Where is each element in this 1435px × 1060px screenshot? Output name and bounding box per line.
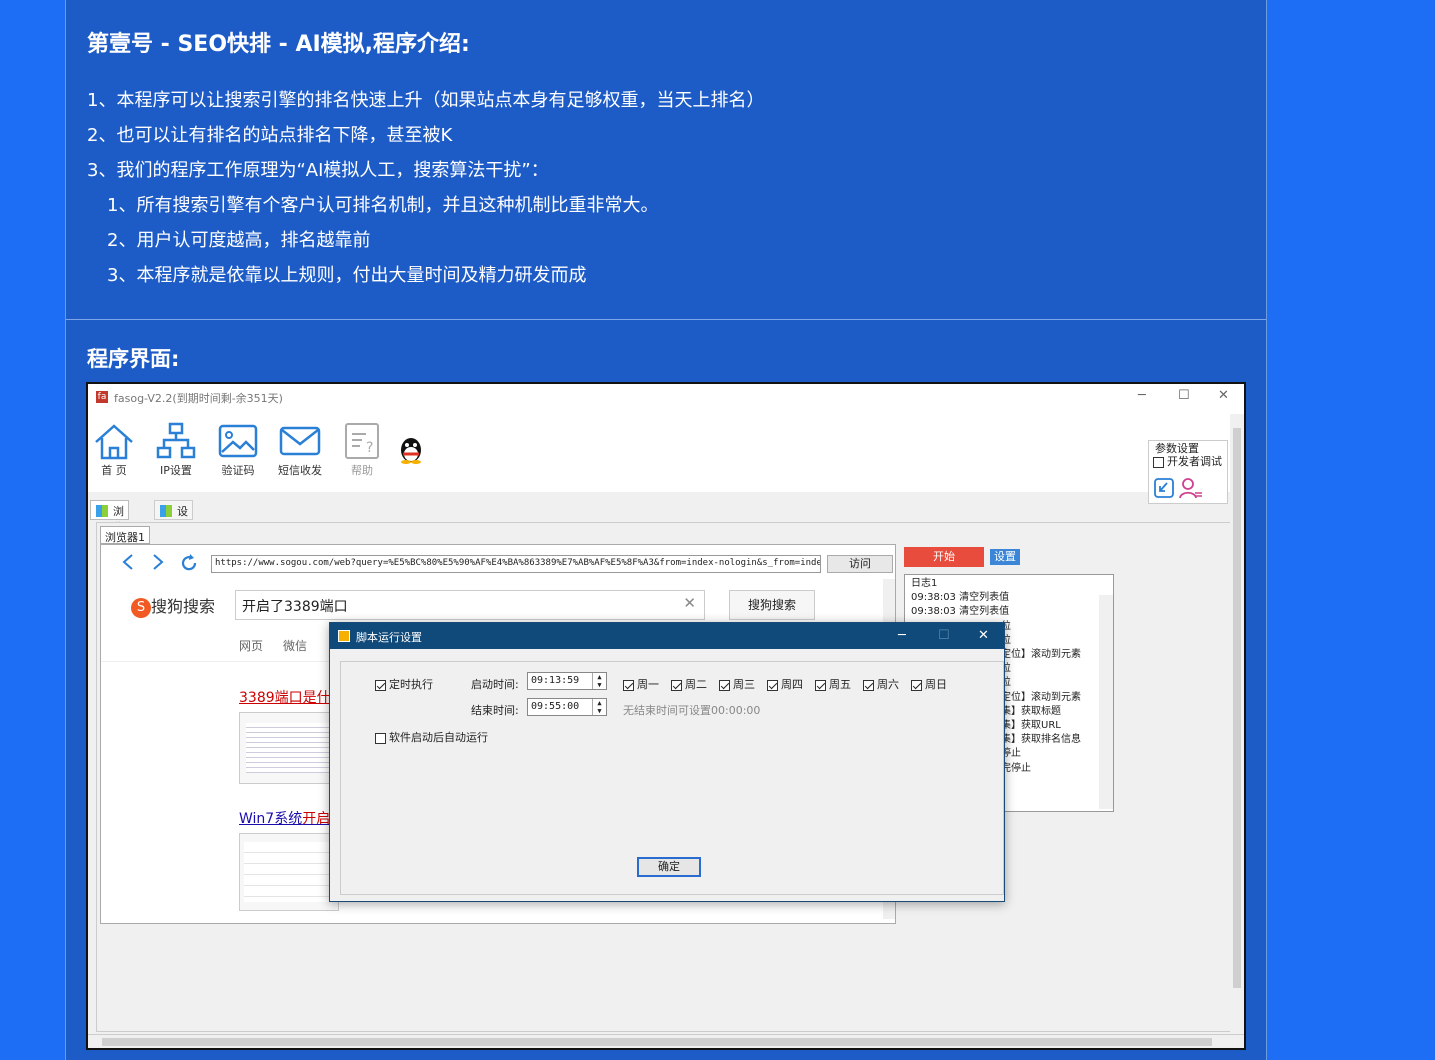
result-link-1[interactable]: 3389端口是什	[239, 687, 331, 707]
log-title: 日志1	[911, 578, 938, 589]
help-icon: ?	[345, 423, 379, 459]
network-icon	[156, 422, 196, 459]
maximize-button[interactable]: ☐	[1178, 388, 1190, 403]
image-icon	[218, 424, 258, 458]
close-button[interactable]: ✕	[1218, 388, 1229, 403]
start-button[interactable]: 开始	[904, 547, 984, 567]
app-title: fasog-V2.2(到期时间剩-余351天)	[114, 392, 283, 405]
app-titlebar: fa fasog-V2.2(到期时间剩-余351天) ─ ☐ ✕	[88, 384, 1244, 410]
sogou-logo-icon: S	[131, 597, 151, 618]
day-thu-checkbox[interactable]: 周四	[767, 676, 803, 692]
result-thumbnail-1	[239, 712, 339, 784]
autorun-checkbox[interactable]: 软件启动后自动运行	[375, 729, 488, 745]
tab-web[interactable]: 网页	[239, 639, 263, 653]
dialog-body: 定时执行 启动时间: 09:13:59 ▲ ▼ 结束时间: 09:55:00 ▲ ▼ 无…	[340, 661, 1004, 895]
app-toolbar: 首 页 IP设置 验证码 短信收发 ? 帮助 参数设置 开发者调试	[88, 410, 1244, 504]
app-logo-icon: fa	[96, 391, 108, 403]
mail-icon	[279, 426, 321, 456]
dialog-maximize-button: ☐	[938, 628, 950, 643]
day-wed-checkbox[interactable]: 周三	[719, 676, 755, 692]
back-icon[interactable]	[121, 553, 135, 571]
timed-exec-checkbox[interactable]: 定时执行	[375, 676, 433, 692]
intro-line-2: 2、也可以让有排名的站点排名下降，甚至被K	[87, 125, 453, 146]
qq-icon[interactable]	[398, 434, 424, 467]
end-time-label: 结束时间:	[471, 704, 519, 717]
help-label: 帮助	[351, 464, 373, 477]
section-title: 程序界面:	[87, 347, 180, 371]
intro-line-3: 3、我们的程序工作原理为“AI模拟人工，搜索算法干扰”：	[87, 160, 549, 181]
dialog-titlebar: 脚本运行设置 ─ ☐ ✕	[330, 623, 1004, 649]
start-time-input[interactable]: 09:13:59 ▲ ▼	[527, 672, 607, 690]
log-row: 09:38:03 清空列表值	[911, 592, 1010, 604]
visit-button[interactable]: 访问	[827, 555, 893, 573]
search-input[interactable]: 开启了3389端口 ✕	[235, 590, 705, 620]
svg-text:?: ?	[366, 440, 373, 456]
log-row: 09:38:03 清空列表值	[911, 606, 1010, 618]
ip-settings-label: IP设置	[160, 464, 192, 477]
result-link-2[interactable]: Win7系统开启	[239, 808, 330, 828]
day-sat-checkbox[interactable]: 周六	[863, 676, 899, 692]
minimize-button[interactable]: ─	[1138, 388, 1146, 403]
window-hscrollbar[interactable]	[88, 1034, 1244, 1048]
home-button[interactable]: 首 页	[88, 422, 142, 478]
script-settings-dialog: 脚本运行设置 ─ ☐ ✕ 定时执行 启动时间: 09:13:59 ▲ ▼ 结束时间:…	[329, 622, 1005, 902]
intro-subline-1: 1、所有搜索引擎有个客户认可排名机制，并且这种机制比重非常大。	[107, 195, 659, 216]
intro-heading: 第壹号 - SEO快排 - AI模拟,程序介绍:	[87, 32, 470, 57]
user-icon[interactable]	[1179, 477, 1203, 502]
start-time-label: 启动时间:	[471, 678, 519, 691]
spinner-arrows-icon[interactable]: ▲ ▼	[592, 699, 606, 715]
sogou-logo: S 搜狗搜索	[131, 593, 215, 618]
day-fri-checkbox[interactable]: 周五	[815, 676, 851, 692]
end-time-input[interactable]: 09:55:00 ▲ ▼	[527, 698, 607, 716]
dialog-close-button[interactable]: ✕	[978, 628, 989, 643]
settings-button[interactable]: 设置	[990, 549, 1020, 565]
ok-button[interactable]: 确定	[637, 857, 701, 877]
grid-icon	[96, 505, 108, 517]
dev-debug-checkbox[interactable]: 开发者调试	[1153, 453, 1222, 469]
sms-button[interactable]: 短信收发	[272, 422, 328, 478]
forward-icon[interactable]	[151, 553, 165, 571]
dialog-app-icon	[338, 630, 350, 642]
sms-label: 短信收发	[278, 464, 322, 477]
search-button[interactable]: 搜狗搜索	[729, 590, 815, 620]
login-icon[interactable]	[1153, 477, 1175, 502]
clear-icon[interactable]: ✕	[683, 594, 696, 612]
log-scrollbar[interactable]	[1099, 595, 1113, 809]
url-input[interactable]: https://www.sogou.com/web?query=%E5%BC%8…	[211, 555, 821, 573]
dev-debug-label: 开发者调试	[1167, 455, 1222, 468]
captcha-button[interactable]: 验证码	[210, 422, 266, 478]
dialog-minimize-button[interactable]: ─	[898, 628, 906, 643]
app-window: fa fasog-V2.2(到期时间剩-余351天) ─ ☐ ✕ 首 页 IP设…	[86, 382, 1246, 1050]
end-time-hint: 无结束时间可设置00:00:00	[623, 704, 761, 717]
tab-wechat[interactable]: 微信	[283, 639, 307, 653]
browser-nav: https://www.sogou.com/web?query=%E5%BC%8…	[101, 545, 895, 575]
home-label: 首 页	[101, 464, 127, 477]
params-panel: 参数设置 开发者调试	[1148, 440, 1228, 504]
day-tue-checkbox[interactable]: 周二	[671, 676, 707, 692]
ip-settings-button[interactable]: IP设置	[148, 422, 204, 478]
day-sun-checkbox[interactable]: 周日	[911, 676, 947, 692]
dialog-title: 脚本运行设置	[356, 631, 422, 644]
intro-subline-3: 3、本程序就是依靠以上规则，付出大量时间及精力研发而成	[107, 265, 587, 286]
window-vscrollbar[interactable]	[1230, 414, 1244, 1034]
result-thumbnail-2	[239, 833, 339, 911]
search-tabs: 网页 微信	[239, 637, 307, 654]
help-button[interactable]: ? 帮助	[334, 422, 390, 478]
section-divider	[66, 319, 1266, 320]
tab-settings[interactable]: 设置内容	[154, 500, 193, 566]
tab-browser-1[interactable]: 浏览器1	[100, 526, 150, 544]
spinner-arrows-icon[interactable]: ▲ ▼	[592, 673, 606, 689]
intro-line-1: 1、本程序可以让搜索引擎的排名快速上升（如果站点本身有足够权重，当天上排名）	[87, 90, 765, 111]
day-mon-checkbox[interactable]: 周一	[623, 676, 659, 692]
grid-icon	[160, 505, 172, 517]
tab-browser[interactable]: 浏览器	[90, 500, 129, 550]
home-icon	[95, 424, 133, 460]
captcha-label: 验证码	[221, 464, 255, 477]
refresh-icon[interactable]	[179, 553, 199, 573]
intro-subline-2: 2、用户认可度越高，排名越靠前	[107, 230, 371, 251]
